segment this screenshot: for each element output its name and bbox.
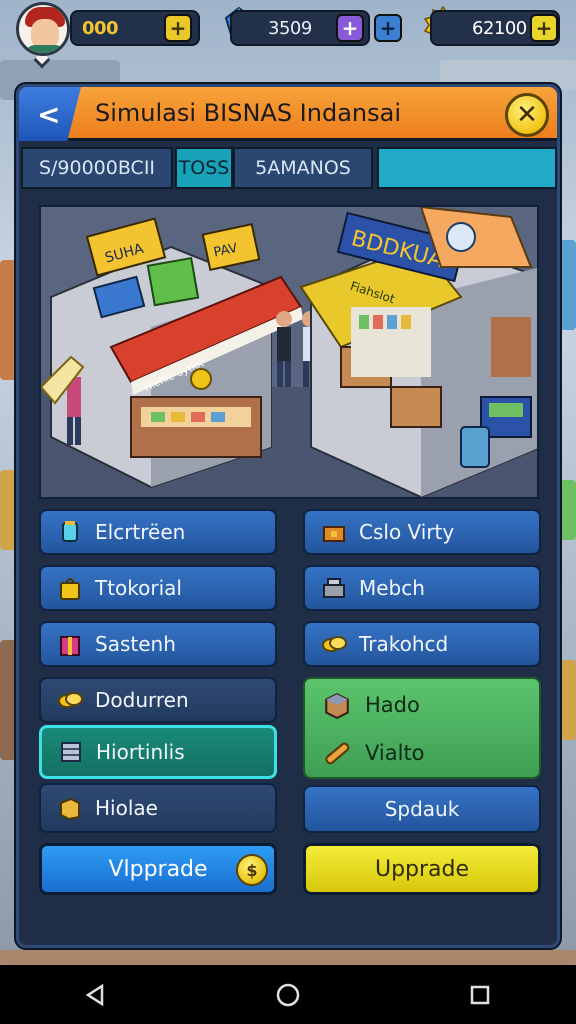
card-row-1[interactable]: Hado — [323, 691, 420, 719]
category-label-3: Sastenh — [95, 632, 176, 656]
coins-icon — [322, 636, 347, 652]
close-button[interactable]: ✕ — [505, 93, 549, 137]
nav-home-button[interactable] — [258, 975, 318, 1015]
tab-2[interactable]: TOSS — [175, 147, 233, 189]
add-gems-button[interactable]: + — [336, 14, 364, 42]
add-coins-button[interactable]: + — [164, 14, 192, 42]
tab-4[interactable] — [377, 147, 557, 189]
gift-box-icon — [60, 636, 80, 656]
system-navigation-bar — [0, 965, 576, 1024]
player-avatar[interactable] — [16, 2, 70, 56]
category-button-9[interactable]: Trakohcd — [303, 621, 541, 667]
category-button-1[interactable]: Elcrtrëen — [39, 509, 277, 555]
panel-title: Simulasi BISNAS Indansai — [95, 99, 401, 127]
back-triangle-icon — [85, 983, 104, 1006]
category-button-7[interactable]: Cslo Virty — [303, 509, 541, 555]
nav-back-button[interactable] — [66, 975, 126, 1015]
coins-value: 000 — [82, 17, 119, 39]
back-arrow-icon: < — [37, 97, 61, 131]
category-label-10: Spdauk — [384, 797, 460, 821]
coin-cost-icon: $ — [236, 854, 268, 886]
category-button-4[interactable]: Dodurren — [39, 677, 277, 723]
cash-register-icon — [323, 578, 345, 598]
cardboard-box-icon — [60, 797, 80, 821]
category-label-7: Cslo Virty — [359, 520, 455, 544]
box-icon — [325, 693, 349, 719]
close-icon: ✕ — [516, 100, 538, 130]
gold-value: 62100 — [472, 17, 527, 39]
card-row-2[interactable]: Vialto — [323, 739, 425, 767]
category-label-6: Hiolae — [95, 796, 158, 820]
upgrade-yellow-label: Upprade — [374, 856, 470, 882]
top-hud: 000 + 3509 + + 62100 + — [0, 0, 576, 72]
shopping-bag-icon — [60, 578, 80, 600]
upgrade-blue-label: Vlpprade — [108, 856, 208, 882]
category-button-5-selected[interactable]: Hiortinlis — [39, 725, 277, 779]
category-button-2[interactable]: Ttokorial — [39, 565, 277, 611]
add-item-button[interactable]: + — [374, 14, 402, 42]
tab-bar: S/90000BCII TOSS 5AMANOS — [21, 147, 557, 191]
category-label-9: Trakohcd — [359, 632, 449, 656]
gems-value: 3509 — [268, 17, 312, 39]
upgrade-button-blue[interactable]: Vlpprade $ — [39, 843, 277, 895]
card-label-1: Hado — [365, 693, 420, 717]
recents-square-icon — [470, 985, 490, 1004]
business-panel: < Simulasi BISNAS Indansai ✕ S/90000BCII… — [16, 84, 560, 948]
add-gold-button[interactable]: + — [530, 14, 558, 42]
category-label-2: Ttokorial — [95, 576, 182, 600]
category-label-1: Elcrtrëen — [95, 520, 186, 544]
title-bar: < Simulasi BISNAS Indansai ✕ — [19, 87, 557, 141]
nav-recents-button[interactable] — [450, 975, 510, 1015]
shop-scene: SUHA PAV Hiehie uytlot BDDKUAI Fiahslot — [39, 205, 539, 499]
shop-illustration: SUHA PAV Hiehie uytlot BDDKUAI Fiahslot — [41, 207, 537, 497]
category-button-8[interactable]: Mebch — [303, 565, 541, 611]
category-label-4: Dodurren — [95, 688, 189, 712]
category-button-10[interactable]: Spdauk — [303, 785, 541, 833]
tab-3[interactable]: 5AMANOS — [233, 147, 373, 189]
baguette-icon — [325, 742, 350, 765]
jar-icon — [62, 521, 78, 542]
category-button-6[interactable]: Hiolae — [39, 783, 277, 833]
treasure-chest-icon — [323, 526, 345, 542]
category-button-3[interactable]: Sastenh — [39, 621, 277, 667]
home-circle-icon — [276, 983, 300, 1006]
card-label-2: Vialto — [365, 741, 425, 765]
category-label-8: Mebch — [359, 576, 425, 600]
category-label-5: Hiortinlis — [96, 740, 185, 764]
tab-1[interactable]: S/90000BCII — [21, 147, 173, 189]
crate-icon — [61, 742, 81, 762]
upgrade-button-yellow[interactable]: Upprade — [303, 843, 541, 895]
selected-items-card[interactable]: Hado Vialto — [303, 677, 541, 779]
coins-icon — [58, 692, 83, 708]
back-button[interactable]: < — [19, 87, 81, 141]
